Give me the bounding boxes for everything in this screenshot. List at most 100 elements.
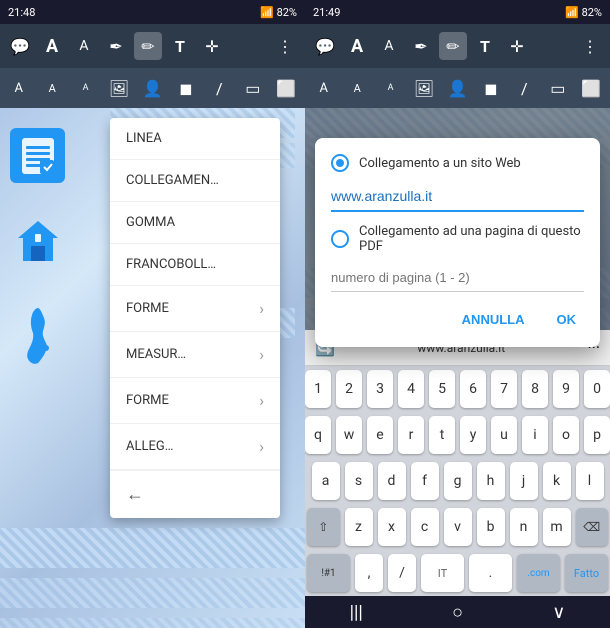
- web-link-option[interactable]: Collegamento a un sito Web: [331, 154, 584, 172]
- menu-back-button[interactable]: ←: [110, 470, 280, 518]
- font-a3-icon[interactable]: A: [75, 74, 96, 102]
- menu-item-measure[interactable]: MEASUR… ›: [110, 332, 280, 378]
- select-icon-r[interactable]: ⬜: [581, 74, 602, 102]
- key-d[interactable]: d: [378, 462, 406, 500]
- menu-item-gomma[interactable]: GOMMA: [110, 202, 280, 244]
- rect-icon[interactable]: ▭: [242, 74, 263, 102]
- radio-web-link[interactable]: [331, 154, 349, 172]
- shift-key[interactable]: ⇧: [307, 508, 340, 546]
- type-icon-r[interactable]: T: [471, 32, 499, 60]
- nav-recents[interactable]: ∨: [532, 598, 585, 627]
- key-8[interactable]: 8: [522, 370, 548, 408]
- menu-item-francobollo[interactable]: FRANCOBOLL…: [110, 244, 280, 286]
- key-q[interactable]: q: [305, 416, 331, 454]
- font-a3-icon-r[interactable]: A: [380, 74, 401, 102]
- key-s[interactable]: s: [345, 462, 373, 500]
- key-g[interactable]: g: [444, 462, 472, 500]
- rect-icon-r[interactable]: ▭: [547, 74, 568, 102]
- radio-pdf-page[interactable]: [331, 230, 349, 248]
- url-input[interactable]: [331, 182, 584, 212]
- key-p[interactable]: p: [584, 416, 610, 454]
- menu-item-forme2[interactable]: FORME ›: [110, 378, 280, 424]
- page-number-input[interactable]: [331, 264, 584, 292]
- pdf-page-option[interactable]: Collegamento ad una pagina di questo PDF: [331, 224, 584, 254]
- key-h[interactable]: h: [477, 462, 505, 500]
- key-x[interactable]: x: [378, 508, 406, 546]
- menu-item-forme1[interactable]: FORME ›: [110, 286, 280, 332]
- font-a2-icon-r[interactable]: A: [346, 74, 367, 102]
- menu-item-collegamento[interactable]: COLLEGAMEN…: [110, 160, 280, 202]
- dot-key[interactable]: .: [469, 554, 512, 592]
- key-m[interactable]: m: [543, 508, 571, 546]
- stamp-icon[interactable]: 👤: [142, 74, 163, 102]
- key-1[interactable]: 1: [305, 370, 331, 408]
- key-i[interactable]: i: [522, 416, 548, 454]
- key-f[interactable]: f: [411, 462, 439, 500]
- image-icon[interactable]: 🖼: [108, 74, 129, 102]
- move-icon[interactable]: ✛: [198, 32, 226, 60]
- key-y[interactable]: y: [460, 416, 486, 454]
- dotcom-key[interactable]: .com: [517, 554, 560, 592]
- menu-item-linea[interactable]: LINEA: [110, 118, 280, 160]
- comma-key[interactable]: ,: [355, 554, 383, 592]
- key-t[interactable]: t: [429, 416, 455, 454]
- font-a-icon[interactable]: A: [8, 74, 29, 102]
- pencil-icon[interactable]: ✏: [134, 32, 162, 60]
- key-r[interactable]: r: [398, 416, 424, 454]
- key-5[interactable]: 5: [429, 370, 455, 408]
- cancel-button[interactable]: ANNULLA: [454, 308, 533, 331]
- text2-icon-r[interactable]: A: [375, 32, 403, 60]
- image-icon-r[interactable]: 🖼: [413, 74, 434, 102]
- line-icon-r[interactable]: /: [514, 74, 535, 102]
- keyboard-row-numbers: 1 2 3 4 5 6 7 8 9 0: [305, 366, 610, 412]
- key-w[interactable]: w: [336, 416, 362, 454]
- text2-icon[interactable]: A: [70, 32, 98, 60]
- select-icon[interactable]: ⬜: [276, 74, 297, 102]
- key-7[interactable]: 7: [491, 370, 517, 408]
- text-icon[interactable]: A: [38, 32, 66, 60]
- nav-back[interactable]: |||: [330, 598, 383, 627]
- key-u[interactable]: u: [491, 416, 517, 454]
- key-k[interactable]: k: [543, 462, 571, 500]
- key-j[interactable]: j: [510, 462, 538, 500]
- slash-key[interactable]: /: [388, 554, 416, 592]
- key-4[interactable]: 4: [398, 370, 424, 408]
- key-a[interactable]: a: [312, 462, 340, 500]
- menu-item-alleg[interactable]: ALLEG… ›: [110, 424, 280, 470]
- pen-icon-r[interactable]: ✒: [407, 32, 435, 60]
- more-icon[interactable]: ⋮: [271, 32, 299, 60]
- chat-icon-r[interactable]: 💬: [311, 32, 339, 60]
- key-v[interactable]: v: [444, 508, 472, 546]
- key-2[interactable]: 2: [336, 370, 362, 408]
- key-n[interactable]: n: [510, 508, 538, 546]
- font-a-icon-r[interactable]: A: [313, 74, 334, 102]
- more-icon-r[interactable]: ⋮: [576, 32, 604, 60]
- key-6[interactable]: 6: [460, 370, 486, 408]
- key-b[interactable]: b: [477, 508, 505, 546]
- delete-key[interactable]: ⌫: [576, 508, 609, 546]
- language-key[interactable]: IT: [421, 554, 464, 592]
- key-3[interactable]: 3: [367, 370, 393, 408]
- chat-icon[interactable]: 💬: [6, 32, 34, 60]
- key-z[interactable]: z: [345, 508, 373, 546]
- stamp-icon-r[interactable]: 👤: [447, 74, 468, 102]
- key-9[interactable]: 9: [553, 370, 579, 408]
- eraser-icon[interactable]: ◼: [175, 74, 196, 102]
- move-icon-r[interactable]: ✛: [503, 32, 531, 60]
- pen-icon[interactable]: ✒: [102, 32, 130, 60]
- symbols-key[interactable]: !#1: [307, 554, 350, 592]
- eraser-icon-r[interactable]: ◼: [480, 74, 501, 102]
- ok-button[interactable]: OK: [549, 308, 585, 331]
- font-a2-icon[interactable]: A: [41, 74, 62, 102]
- text-icon-r[interactable]: A: [343, 32, 371, 60]
- done-key[interactable]: Fatto: [565, 554, 608, 592]
- key-e[interactable]: e: [367, 416, 393, 454]
- line-icon[interactable]: /: [209, 74, 230, 102]
- nav-home[interactable]: ○: [432, 598, 483, 627]
- key-l[interactable]: l: [576, 462, 604, 500]
- key-o[interactable]: o: [553, 416, 579, 454]
- type-icon[interactable]: T: [166, 32, 194, 60]
- key-0[interactable]: 0: [584, 370, 610, 408]
- pencil-icon-r[interactable]: ✏: [439, 32, 467, 60]
- key-c[interactable]: c: [411, 508, 439, 546]
